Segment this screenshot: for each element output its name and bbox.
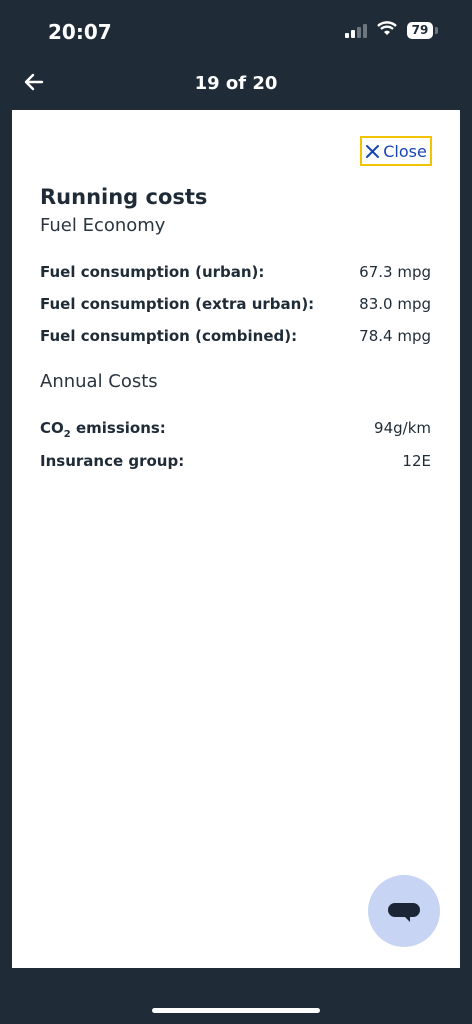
row-value: 67.3 mpg — [359, 263, 431, 281]
row-label: Fuel consumption (extra urban): — [40, 295, 315, 313]
fuel-row-extra-urban: Fuel consumption (extra urban): 83.0 mpg — [40, 295, 431, 313]
row-label: Fuel consumption (urban): — [40, 263, 265, 281]
co2-prefix: CO — [40, 419, 64, 437]
home-indicator[interactable] — [152, 1008, 320, 1013]
signal-icon — [345, 22, 369, 38]
row-value: 78.4 mpg — [359, 327, 431, 345]
co2-value: 94g/km — [374, 419, 431, 437]
close-button[interactable]: Close — [360, 136, 432, 166]
wifi-icon — [377, 21, 397, 35]
close-icon — [366, 144, 380, 158]
running-costs-panel: Close Running costs Fuel Economy Fuel co… — [12, 110, 460, 968]
chat-button[interactable] — [368, 875, 440, 947]
co2-label: CO2 emissions: — [40, 419, 166, 440]
status-time: 20:07 — [48, 20, 112, 44]
chat-icon-tail — [404, 916, 410, 922]
insurance-row: Insurance group: 12E — [40, 452, 431, 470]
chat-icon — [388, 903, 420, 917]
fuel-row-urban: Fuel consumption (urban): 67.3 mpg — [40, 263, 431, 281]
insurance-label: Insurance group: — [40, 452, 185, 470]
fuel-economy-heading: Fuel Economy — [40, 215, 166, 236]
row-value: 83.0 mpg — [359, 295, 431, 313]
co2-subscript: 2 — [63, 429, 71, 440]
co2-row: CO2 emissions: 94g/km — [40, 419, 431, 440]
row-label: Fuel consumption (combined): — [40, 327, 298, 345]
nav-header: 19 of 20 — [0, 62, 472, 110]
annual-costs-heading: Annual Costs — [40, 371, 158, 392]
co2-suffix: emissions: — [70, 419, 166, 437]
page-counter: 19 of 20 — [194, 73, 278, 94]
fuel-row-combined: Fuel consumption (combined): 78.4 mpg — [40, 327, 431, 345]
status-bar: 20:07 79 — [0, 0, 472, 62]
section-title: Running costs — [40, 185, 208, 209]
battery-tip — [435, 27, 438, 34]
battery-indicator: 79 — [407, 22, 433, 39]
close-label: Close — [383, 141, 427, 161]
insurance-value: 12E — [402, 452, 431, 470]
